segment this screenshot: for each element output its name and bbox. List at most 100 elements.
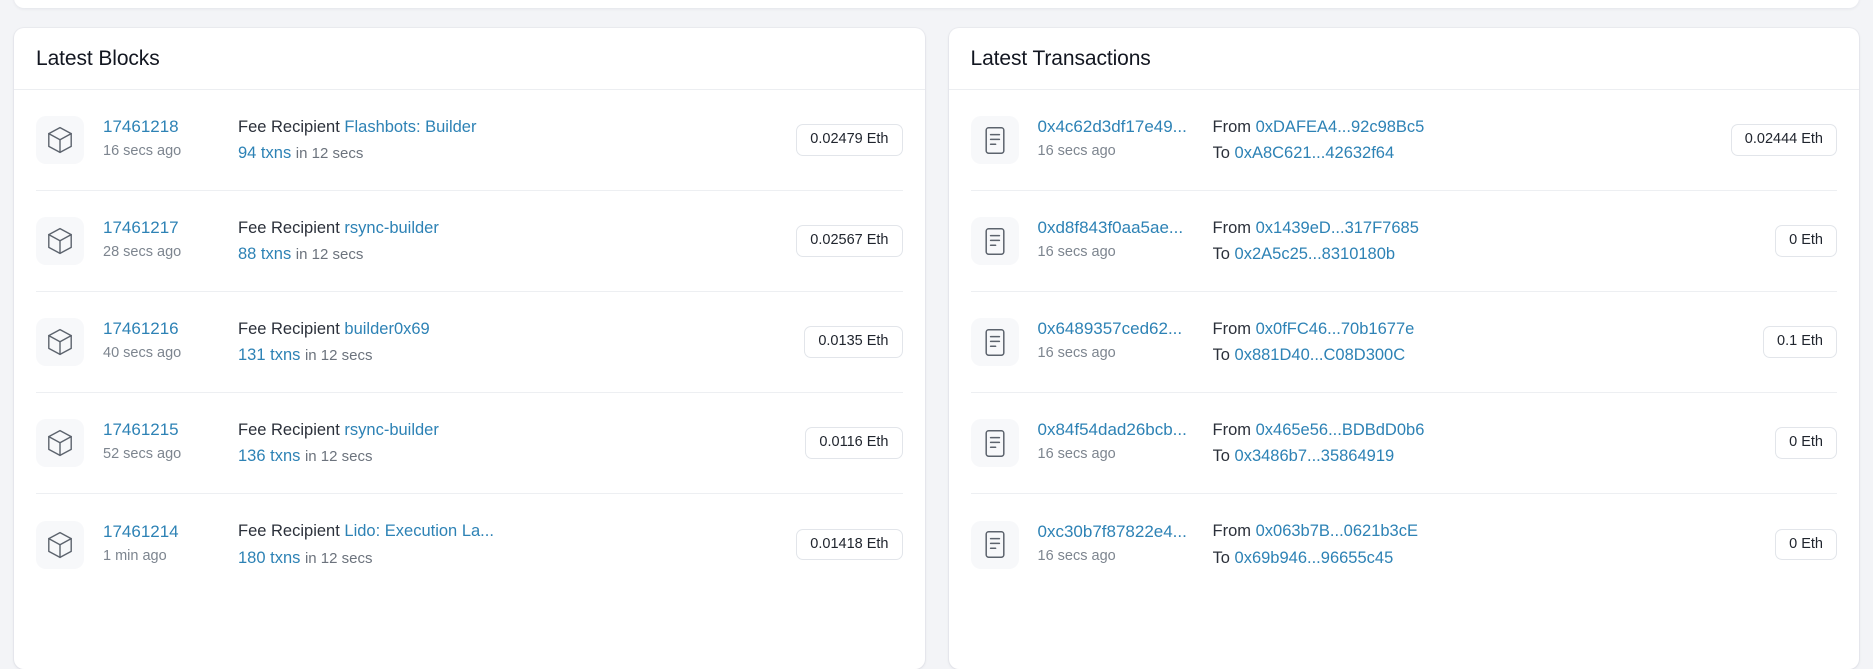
block-age: 1 min ago — [103, 547, 167, 564]
from-label: From — [1212, 522, 1252, 541]
block-identity: 17461217 28 secs ago — [103, 217, 238, 264]
to-line: To 0x3486b7...35864919 — [1213, 443, 1762, 469]
fee-recipient-label: Fee Recipient — [238, 420, 340, 439]
transaction-age: 16 secs ago — [1037, 345, 1116, 362]
to-address-link[interactable]: 0xA8C621...42632f64 — [1235, 144, 1395, 162]
block-age: 28 secs ago — [103, 244, 182, 261]
transaction-age: 16 secs ago — [1037, 244, 1116, 261]
transaction-hash-link[interactable]: 0x6489357ced62... — [1038, 318, 1205, 341]
transaction-age: 16 secs ago — [1037, 446, 1116, 463]
transaction-row: 0x6489357ced62... 16 secs ago From 0x0fFC4… — [970, 292, 1837, 393]
block-age: 16 secs ago — [103, 143, 182, 160]
txn-count-line: 131 txns in 12 secs — [238, 342, 790, 368]
transaction-parties: From 0x465e56...BDBdD0b6 To 0x3486b7...35… — [1213, 417, 1776, 470]
from-address-link[interactable]: 0xDAFEA4...92c98Bc5 — [1256, 118, 1425, 136]
dashboard-panels: Latest Blocks 17461218 16 secs ago Fee Rec… — [0, 0, 1873, 669]
txn-count-link[interactable]: 131 txns — [238, 346, 300, 364]
latest-transactions-header: Latest Transactions — [948, 28, 1859, 90]
from-line: From 0x465e56...BDBdD0b6 — [1213, 417, 1762, 443]
block-number-link[interactable]: 17461218 — [103, 116, 230, 139]
block-reward-badge: 0.0116 Eth — [805, 427, 903, 459]
latest-transactions-title: Latest Transactions — [970, 46, 1151, 70]
transaction-hash-link[interactable]: 0xd8f843f0aa5ae... — [1038, 217, 1205, 240]
block-number-link[interactable]: 17461214 — [103, 521, 230, 544]
block-reward-badge: 0.01418 Eth — [796, 528, 903, 561]
block-age: 52 secs ago — [103, 446, 182, 463]
to-address-link[interactable]: 0x881D40...C08D300C — [1235, 346, 1406, 364]
block-row: 17461217 28 secs ago Fee Recipient rsync-b… — [36, 191, 903, 292]
transaction-row: 0xd8f843f0aa5ae... 16 secs ago From 0x1439… — [970, 191, 1837, 292]
from-address-link[interactable]: 0x063b7B...0621b3cE — [1256, 522, 1418, 540]
block-duration: in 12 secs — [295, 246, 364, 263]
transaction-age: 16 secs ago — [1037, 143, 1116, 160]
transaction-hash-link[interactable]: 0xc30b7f87822e4... — [1038, 521, 1205, 544]
fee-recipient-link[interactable]: builder0x69 — [344, 320, 429, 338]
from-address-link[interactable]: 0x465e56...BDBdD0b6 — [1256, 421, 1425, 439]
txn-count-link[interactable]: 94 txns — [238, 144, 291, 162]
cube-icon — [36, 116, 84, 164]
from-label: From — [1212, 117, 1252, 136]
transaction-identity: 0x84f54dad26bcb... 16 secs ago — [1038, 419, 1213, 466]
fee-recipient-line: Fee Recipient rsync-builder — [238, 215, 782, 241]
txn-count-line: 180 txns in 12 secs — [238, 545, 782, 571]
fee-recipient-label: Fee Recipient — [238, 117, 340, 136]
block-identity: 17461216 40 secs ago — [103, 318, 238, 365]
from-label: From — [1212, 420, 1252, 439]
from-label: From — [1212, 218, 1252, 237]
txn-count-link[interactable]: 136 txns — [238, 447, 300, 465]
block-reward-badge: 0.02479 Eth — [796, 124, 903, 156]
to-line: To 0xA8C621...42632f64 — [1213, 140, 1717, 166]
block-number-link[interactable]: 17461217 — [103, 217, 230, 240]
transaction-identity: 0xc30b7f87822e4... 16 secs ago — [1038, 521, 1213, 568]
transaction-value-badge: 0 Eth — [1775, 225, 1837, 257]
from-address-link[interactable]: 0x0fFC46...70b1677e — [1256, 320, 1415, 338]
block-number-link[interactable]: 17461216 — [103, 318, 230, 341]
latest-transactions-list: 0x4c62d3df17e49... 16 secs ago From 0xDAFE… — [949, 90, 1860, 595]
block-reward-badge: 0.0135 Eth — [804, 326, 903, 358]
to-line: To 0x2A5c25...8310180b — [1213, 241, 1762, 267]
fee-recipient-link[interactable]: Flashbots: Builder — [344, 118, 476, 136]
fee-recipient-link[interactable]: rsync-builder — [344, 219, 438, 237]
fee-recipient-line: Fee Recipient builder0x69 — [238, 316, 790, 342]
block-identity: 17461218 16 secs ago — [103, 116, 238, 163]
txn-count-line: 94 txns in 12 secs — [238, 140, 782, 166]
to-address-link[interactable]: 0x3486b7...35864919 — [1235, 447, 1395, 465]
to-line: To 0x881D40...C08D300C — [1213, 342, 1750, 368]
cube-icon — [36, 318, 84, 366]
fee-recipient-link[interactable]: Lido: Execution La... — [344, 522, 494, 540]
txn-count-link[interactable]: 180 txns — [238, 549, 300, 567]
block-duration: in 12 secs — [304, 448, 373, 465]
fee-recipient-label: Fee Recipient — [238, 218, 340, 237]
fee-recipient-line: Fee Recipient rsync-builder — [238, 417, 791, 443]
fee-recipient-link[interactable]: rsync-builder — [344, 421, 438, 439]
txn-count-link[interactable]: 88 txns — [238, 245, 291, 263]
cube-icon — [36, 419, 84, 467]
transaction-hash-link[interactable]: 0x4c62d3df17e49... — [1038, 116, 1205, 139]
transaction-hash-link[interactable]: 0x84f54dad26bcb... — [1038, 419, 1205, 442]
transaction-parties: From 0x1439eD...317F7685 To 0x2A5c25...83… — [1213, 215, 1776, 268]
block-row: 17461218 16 secs ago Fee Recipient Flashbo… — [36, 90, 903, 191]
block-age: 40 secs ago — [103, 345, 182, 362]
to-label: To — [1212, 548, 1230, 567]
fee-recipient-label: Fee Recipient — [238, 319, 340, 338]
transaction-row: 0xc30b7f87822e4... 16 secs ago From 0x063b… — [970, 494, 1837, 595]
to-address-link[interactable]: 0x69b946...96655c45 — [1235, 549, 1394, 567]
txn-count-line: 136 txns in 12 secs — [238, 443, 791, 469]
block-row: 17461216 40 secs ago Fee Recipient builder… — [36, 292, 903, 393]
document-icon — [970, 318, 1019, 366]
block-duration: in 12 secs — [295, 145, 364, 162]
latest-blocks-header: Latest Blocks — [14, 28, 925, 90]
fee-recipient-line: Fee Recipient Flashbots: Builder — [238, 114, 782, 140]
block-row: 17461215 52 secs ago Fee Recipient rsync-b… — [36, 393, 903, 494]
transaction-identity: 0xd8f843f0aa5ae... 16 secs ago — [1038, 217, 1213, 264]
block-number-link[interactable]: 17461215 — [103, 419, 230, 442]
to-address-link[interactable]: 0x2A5c25...8310180b — [1235, 245, 1396, 263]
cube-icon — [36, 520, 84, 569]
from-line: From 0x063b7B...0621b3cE — [1213, 518, 1762, 544]
txn-count-line: 88 txns in 12 secs — [238, 241, 782, 267]
from-label: From — [1212, 319, 1252, 338]
latest-blocks-list: 17461218 16 secs ago Fee Recipient Flashbo… — [14, 90, 925, 595]
from-address-link[interactable]: 0x1439eD...317F7685 — [1256, 219, 1419, 237]
block-details: Fee Recipient rsync-builder 88 txns in 12… — [238, 215, 796, 268]
to-line: To 0x69b946...96655c45 — [1213, 545, 1762, 571]
